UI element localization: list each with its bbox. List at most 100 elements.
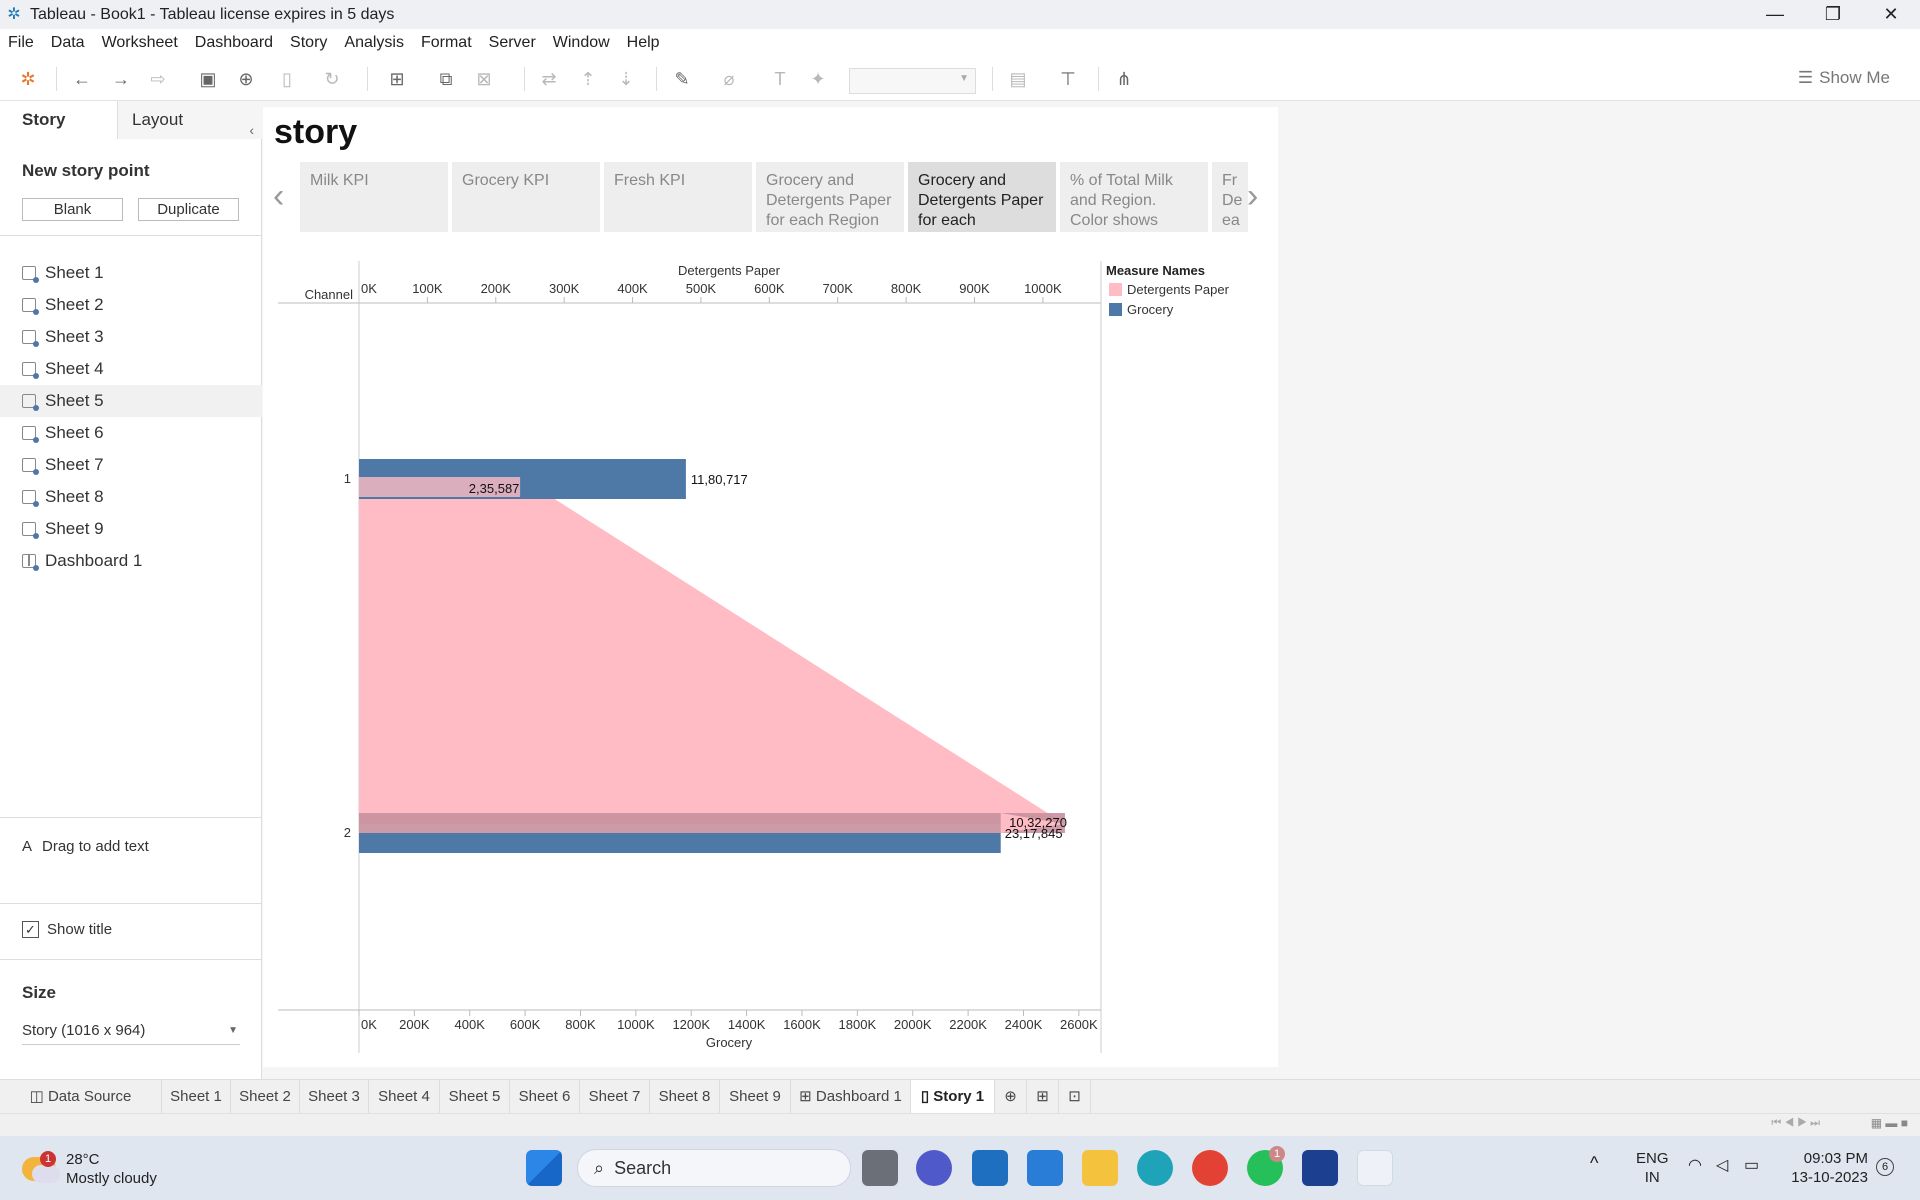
share-icon[interactable]: ⋔	[1112, 67, 1136, 91]
story-point-fresh-detergents[interactable]: Fr De ea	[1212, 162, 1248, 232]
fit-dropdown[interactable]: ▼	[849, 68, 976, 94]
checkbox-checked-icon[interactable]: ✓	[22, 921, 39, 938]
undo-icon[interactable]: ←	[70, 67, 94, 91]
tab-sheet-6[interactable]: Sheet 6	[510, 1080, 580, 1114]
tab-dashboard-1[interactable]: ⊞ Dashboard 1	[791, 1080, 911, 1114]
menu-data[interactable]: Data	[51, 34, 85, 52]
show-title-toggle[interactable]: ✓ Show title	[22, 921, 112, 938]
sheet-item-sheet-9[interactable]: Sheet 9	[0, 513, 262, 545]
sheet-item-sheet-8[interactable]: Sheet 8	[0, 481, 262, 513]
edge-browser-icon[interactable]	[1137, 1150, 1173, 1186]
task-view-icon[interactable]	[862, 1150, 898, 1186]
tableau-desktop-icon[interactable]	[1357, 1150, 1393, 1186]
show-cards-icon[interactable]: ▤	[1006, 67, 1030, 91]
sheet-item-sheet-6[interactable]: Sheet 6	[0, 417, 262, 449]
replay-icon[interactable]: ⇨	[146, 67, 170, 91]
menu-server[interactable]: Server	[489, 34, 536, 52]
sheet-item-sheet-1[interactable]: Sheet 1	[0, 257, 262, 289]
menu-analysis[interactable]: Analysis	[344, 34, 404, 52]
refresh-icon[interactable]: ↻	[320, 67, 344, 91]
menu-format[interactable]: Format	[421, 34, 472, 52]
menu-help[interactable]: Help	[627, 34, 660, 52]
file-explorer-icon[interactable]	[1082, 1150, 1118, 1186]
new-dashboard-tab-icon[interactable]: ⊞	[1027, 1080, 1059, 1114]
tab-sheet-5[interactable]: Sheet 5	[440, 1080, 510, 1114]
new-data-source-icon[interactable]: ⊕	[234, 67, 258, 91]
story-point-grocery-detergents-each[interactable]: Grocery and Detergents Paper for each	[908, 162, 1058, 232]
tab-layout[interactable]: Layout ‹	[118, 101, 262, 139]
sheet-item-sheet-2[interactable]: Sheet 2	[0, 289, 262, 321]
duplicate-button[interactable]: Duplicate	[138, 198, 239, 221]
story-point-milk-kpi[interactable]: Milk KPI	[300, 162, 450, 232]
blank-button[interactable]: Blank	[22, 198, 123, 221]
sheet-item-sheet-3[interactable]: Sheet 3	[0, 321, 262, 353]
close-button[interactable]: ✕	[1862, 0, 1920, 29]
swap-rows-columns-icon[interactable]: ⇄	[537, 67, 561, 91]
sort-descending-icon[interactable]: ⇣	[614, 67, 638, 91]
story-point-fresh-kpi[interactable]: Fresh KPI	[604, 162, 754, 232]
sheet-item-dashboard-1[interactable]: Dashboard 1	[0, 545, 262, 577]
taskbar-search[interactable]: ⌕ Search	[577, 1149, 851, 1187]
group-members-icon[interactable]: ⌀	[717, 67, 741, 91]
story-point-grocery-detergents-region[interactable]: Grocery and Detergents Paper for each Re…	[756, 162, 906, 232]
tab-data-source[interactable]: ◫ Data Source	[0, 1080, 162, 1114]
tab-sheet-7[interactable]: Sheet 7	[580, 1080, 650, 1114]
sheet-item-sheet-4[interactable]: Sheet 4	[0, 353, 262, 385]
language-indicator[interactable]: ENG IN	[1636, 1149, 1669, 1187]
microsoft-store-icon[interactable]	[1027, 1150, 1063, 1186]
clear-sheet-icon[interactable]: ⊠	[472, 67, 496, 91]
minimize-button[interactable]: —	[1746, 0, 1804, 29]
battery-icon[interactable]: ▭	[1744, 1156, 1759, 1175]
new-story-tab-icon[interactable]: ⊡	[1059, 1080, 1091, 1114]
sheet-item-sheet-7[interactable]: Sheet 7	[0, 449, 262, 481]
drag-to-add-text[interactable]: A Drag to add text	[22, 838, 149, 855]
fix-axes-icon[interactable]: ✦	[806, 67, 830, 91]
show-me-button[interactable]: ☰ Show Me	[1798, 68, 1890, 88]
tab-story[interactable]: Story	[0, 101, 118, 139]
notification-count[interactable]: 6	[1876, 1158, 1894, 1176]
save-icon[interactable]: ▣	[196, 67, 220, 91]
tab-sheet-1[interactable]: Sheet 1	[162, 1080, 231, 1114]
new-worksheet-icon[interactable]: ⊞	[385, 67, 409, 91]
menu-dashboard[interactable]: Dashboard	[195, 34, 273, 52]
story-point-pct-total-milk[interactable]: % of Total Milk and Region. Color shows	[1060, 162, 1210, 232]
windows-start-icon[interactable]	[526, 1150, 562, 1186]
story-point-grocery-kpi[interactable]: Grocery KPI	[452, 162, 602, 232]
sort-ascending-icon[interactable]: ⇡	[576, 67, 600, 91]
teams-chat-icon[interactable]	[916, 1150, 952, 1186]
tab-scroll-icons[interactable]: ⏮ ◀ ▶ ⏭	[1771, 1117, 1820, 1130]
collapse-sidebar-icon[interactable]: ‹	[249, 111, 254, 149]
story-size-select[interactable]: Story (1016 x 964) ▼	[22, 1019, 240, 1045]
tab-sheet-4[interactable]: Sheet 4	[369, 1080, 440, 1114]
tableau-public-icon[interactable]	[1302, 1150, 1338, 1186]
system-clock[interactable]: 09:03 PM 13-10-2023	[1786, 1149, 1868, 1187]
menu-worksheet[interactable]: Worksheet	[102, 34, 178, 52]
tableau-home-icon[interactable]: ✲	[16, 67, 40, 91]
tab-sheet-2[interactable]: Sheet 2	[231, 1080, 300, 1114]
view-toggle-icons[interactable]: ▦ ▬ ■	[1871, 1116, 1908, 1130]
presentation-mode-icon[interactable]: ⊤	[1056, 67, 1080, 91]
tab-story-1[interactable]: ▯ Story 1	[911, 1080, 995, 1114]
weather-widget[interactable]: 1 28°C Mostly cloudy	[22, 1150, 157, 1188]
volume-icon[interactable]: ◁	[1716, 1156, 1728, 1175]
show-mark-labels-icon[interactable]: T	[768, 67, 792, 91]
restore-button[interactable]: ❐	[1804, 0, 1862, 29]
tab-sheet-9[interactable]: Sheet 9	[720, 1080, 791, 1114]
menu-window[interactable]: Window	[553, 34, 610, 52]
tab-sheet-8[interactable]: Sheet 8	[650, 1080, 720, 1114]
menu-story[interactable]: Story	[290, 34, 327, 52]
wifi-icon[interactable]: ◠	[1688, 1156, 1702, 1175]
dell-app-icon[interactable]	[972, 1150, 1008, 1186]
tab-sheet-3[interactable]: Sheet 3	[300, 1080, 369, 1114]
pause-updates-icon[interactable]: ▯	[275, 67, 299, 91]
menu-file[interactable]: File	[8, 34, 34, 52]
sheet-item-sheet-5[interactable]: Sheet 5	[0, 385, 262, 417]
duplicate-sheet-icon[interactable]: ⧉	[434, 67, 458, 91]
redo-icon[interactable]: →	[109, 67, 133, 91]
next-story-point-icon[interactable]: ›	[1247, 177, 1258, 216]
show-hidden-icons-icon[interactable]: ^	[1590, 1154, 1598, 1173]
chrome-browser-icon[interactable]	[1192, 1150, 1228, 1186]
previous-story-point-icon[interactable]: ‹	[273, 177, 284, 216]
new-worksheet-tab-icon[interactable]: ⊕	[995, 1080, 1027, 1114]
highlight-icon[interactable]: ✎	[670, 67, 694, 91]
